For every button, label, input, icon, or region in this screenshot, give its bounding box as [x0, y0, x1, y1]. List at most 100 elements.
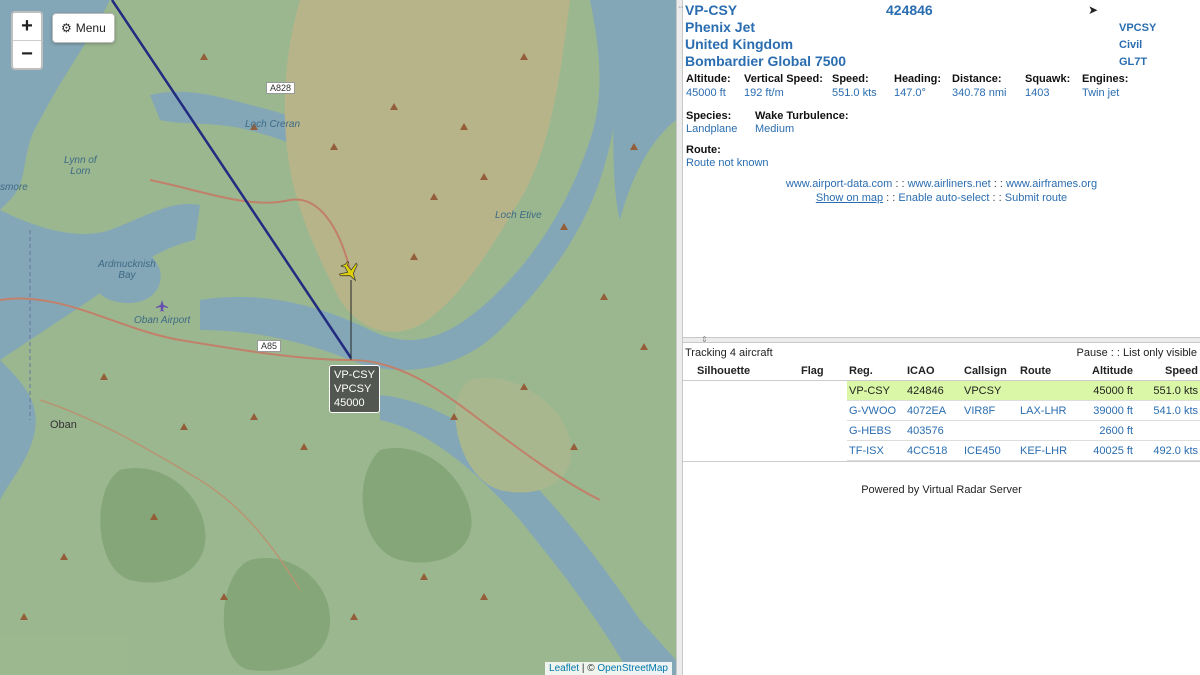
column-header-reg[interactable]: Reg.	[847, 362, 905, 381]
road-label-a828: A828	[266, 82, 296, 94]
place-label-loch-creran: Loch Creran	[245, 119, 301, 130]
cell-callsign: ICE450	[962, 440, 1018, 461]
table-row[interactable]: TF-ISX 4CC518 ICE450 KEF-LHR 40025 ft 49…	[683, 440, 1200, 461]
table-row[interactable]: G-VWOO 4072EA VIR8F LAX-LHR 39000 ft 541…	[683, 400, 1200, 421]
distance-value: 340.78 nmi	[952, 87, 1007, 99]
route-label: Route:	[686, 144, 721, 156]
cell-route	[1018, 380, 1076, 401]
list-options: Pause : : List only visible	[1077, 347, 1197, 359]
link-separator: : :	[989, 192, 1005, 204]
place-label-oban-airport: Oban Airport	[134, 315, 191, 326]
cell-reg: G-HEBS	[847, 420, 905, 441]
cell-speed: 492.0 kts	[1135, 440, 1200, 461]
airport-data-link[interactable]: www.airport-data.com	[786, 178, 892, 190]
cell-route: LAX-LHR	[1018, 400, 1076, 421]
menu-button-label: Menu	[75, 21, 106, 35]
cell-reg: G-VWOO	[847, 400, 905, 421]
attribution-separator: | ©	[579, 663, 598, 674]
list-divider	[683, 461, 1200, 462]
zoom-in-button[interactable]: +	[13, 13, 41, 40]
detail-country: United Kingdom	[685, 36, 794, 52]
wake-turbulence-label: Wake Turbulence:	[755, 110, 849, 122]
cursor-icon: ➤	[1088, 3, 1099, 17]
list-only-visible-link[interactable]: List only visible	[1123, 347, 1197, 359]
show-on-map-link[interactable]: Show on map	[816, 192, 883, 204]
cell-icao: 424846	[905, 380, 962, 401]
cell-altitude: 2600 ft	[1076, 420, 1135, 441]
table-row[interactable]: VP-CSY 424846 VPCSY 45000 ft 551.0 kts	[683, 380, 1200, 401]
airframes-link[interactable]: www.airframes.org	[1006, 178, 1097, 190]
species-value: Landplane	[686, 123, 738, 135]
link-separator: : :	[883, 192, 899, 204]
engines-label: Engines:	[1082, 73, 1129, 85]
cell-icao: 4CC518	[905, 440, 962, 461]
wake-turbulence-value: Medium	[755, 123, 795, 135]
gear-icon: ⚙	[61, 21, 72, 35]
engines-value: Twin jet	[1082, 87, 1120, 99]
cell-icao: 4072EA	[905, 400, 962, 421]
column-header-speed[interactable]: Speed	[1135, 362, 1200, 381]
place-label-more: smore	[0, 182, 28, 193]
column-header-icao[interactable]: ICAO	[905, 362, 962, 381]
squawk-value: 1403	[1025, 87, 1050, 99]
pause-link[interactable]: Pause	[1077, 347, 1108, 359]
leaflet-link[interactable]: Leaflet	[549, 663, 579, 674]
map-view[interactable]: smore Lynn of Lorn Loch Creran Ardmuckni…	[0, 0, 676, 675]
table-row[interactable]: G-HEBS 403576 2600 ft	[683, 420, 1200, 441]
aircraft-list-panel: Tracking 4 aircraft Pause : : List only …	[683, 343, 1200, 675]
cell-icao: 403576	[905, 420, 962, 441]
aircraft-table: Silhouette Flag Reg. ICAO Callsign Route…	[683, 362, 1200, 461]
cell-altitude: 40025 ft	[1076, 440, 1135, 461]
cell-route	[1018, 420, 1076, 441]
detail-type-code: GL7T	[1119, 56, 1148, 68]
column-header-flag[interactable]: Flag	[791, 362, 847, 381]
column-header-callsign[interactable]: Callsign	[962, 362, 1018, 381]
species-label: Species:	[686, 110, 732, 122]
vertical-speed-label: Vertical Speed:	[744, 73, 823, 85]
cell-speed	[1135, 420, 1200, 441]
column-header-silhouette[interactable]: Silhouette	[683, 362, 791, 381]
detail-icao: 424846	[886, 2, 933, 18]
aircraft-detail-panel: VP-CSY 424846 ➤ Phenix Jet United Kingdo…	[683, 0, 1200, 337]
cell-speed: 541.0 kts	[1135, 400, 1200, 421]
aircraft-label-altitude: 45000	[334, 397, 365, 409]
tracking-count: Tracking 4 aircraft	[685, 347, 773, 359]
vertical-speed-value: 192 ft/m	[744, 87, 784, 99]
column-header-route[interactable]: Route	[1018, 362, 1076, 381]
vertical-splitter[interactable]: ⇔	[676, 0, 685, 675]
external-links: www.airport-data.com : : www.airliners.n…	[683, 178, 1200, 190]
map-tiles	[0, 0, 676, 675]
table-header-row: Silhouette Flag Reg. ICAO Callsign Route…	[683, 362, 1200, 381]
openstreetmap-link[interactable]: OpenStreetMap	[597, 663, 668, 674]
squawk-label: Squawk:	[1025, 73, 1071, 85]
distance-label: Distance:	[952, 73, 1002, 85]
column-header-altitude[interactable]: Altitude	[1076, 362, 1135, 381]
heading-value: 147.0°	[894, 87, 926, 99]
speed-label: Speed:	[832, 73, 869, 85]
place-label-loch-etive: Loch Etive	[495, 210, 542, 221]
cell-route: KEF-LHR	[1018, 440, 1076, 461]
powered-by-label: Powered by Virtual Radar Server	[861, 484, 1022, 496]
submit-route-link[interactable]: Submit route	[1005, 192, 1067, 204]
heading-label: Heading:	[894, 73, 942, 85]
cell-reg: VP-CSY	[847, 380, 905, 401]
detail-model: Bombardier Global 7500	[685, 53, 847, 69]
detail-callsign: VPCSY	[1119, 22, 1157, 34]
detail-type-class: Civil	[1119, 39, 1143, 51]
menu-button[interactable]: ⚙ Menu	[52, 13, 115, 43]
speed-value: 551.0 kts	[832, 87, 877, 99]
auto-select-link[interactable]: Enable auto-select	[898, 192, 989, 204]
route-value: Route not known	[686, 157, 769, 169]
airliners-link[interactable]: www.airliners.net	[908, 178, 991, 190]
list-options-separator: : :	[1107, 347, 1124, 359]
link-separator: : :	[892, 178, 908, 190]
cell-altitude: 39000 ft	[1076, 400, 1135, 421]
place-label-oban: Oban	[50, 419, 77, 431]
zoom-out-button[interactable]: −	[13, 40, 41, 68]
aircraft-label-registration: VP-CSY	[334, 369, 375, 381]
cell-altitude: 45000 ft	[1076, 380, 1135, 401]
place-label-lynn-of-lorn: Lynn of Lorn	[64, 155, 97, 177]
cell-callsign: VIR8F	[962, 400, 1018, 421]
altitude-label: Altitude:	[686, 73, 731, 85]
aircraft-map-label[interactable]: VP-CSY VPCSY 45000	[329, 365, 380, 413]
